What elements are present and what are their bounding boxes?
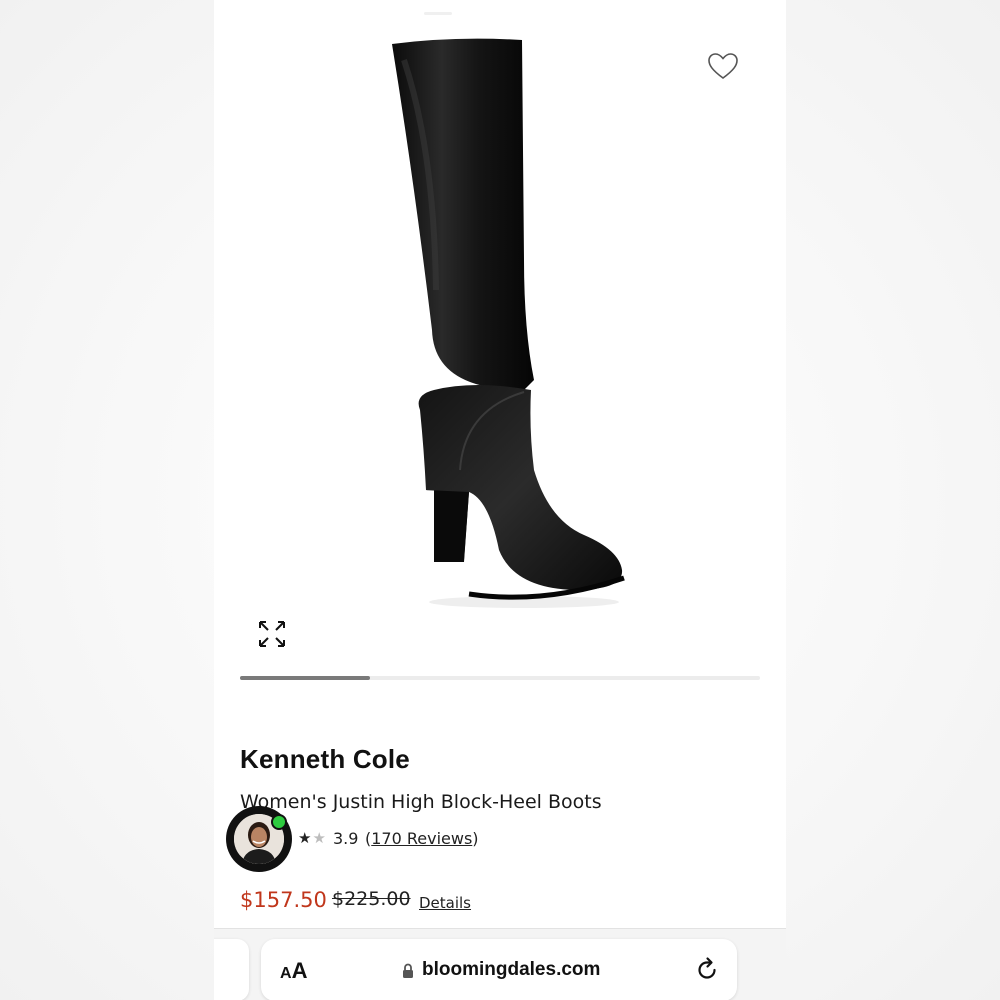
rating-row: ★★ 3.9 (170 Reviews) (240, 826, 640, 854)
price-row: $157.50 $225.00 Details (240, 888, 640, 918)
original-price: $225.00 (332, 888, 411, 910)
browser-toolbar: AA bloomingdales.com (214, 928, 786, 1000)
reload-icon[interactable] (694, 956, 720, 982)
product-page: Kenneth Cole Women's Justin High Block-H… (214, 0, 786, 1000)
product-name: Women's Justin High Block-Heel Boots (240, 791, 602, 813)
expand-arrows-icon[interactable] (256, 618, 288, 650)
reviews-count[interactable]: 170 Reviews (371, 829, 472, 848)
price-details-link[interactable]: Details (419, 894, 471, 912)
star-icon: ★ (298, 829, 313, 847)
reviews-close-paren: ) (472, 829, 479, 848)
reviews-link[interactable]: (170 Reviews) (365, 829, 479, 848)
sale-price: $157.50 (240, 888, 327, 912)
text-size-small-label: A (280, 965, 292, 982)
rating-stars[interactable]: ★★ (298, 829, 327, 847)
online-status-indicator (271, 814, 287, 830)
chat-agent-avatar[interactable] (226, 806, 292, 872)
carousel-progress-thumb (240, 676, 370, 680)
product-image-boot[interactable] (374, 30, 644, 610)
image-carousel-progress[interactable] (240, 676, 760, 680)
text-size-button[interactable]: AA (280, 958, 307, 984)
rating-value: 3.9 (333, 829, 359, 848)
product-brand[interactable]: Kenneth Cole (240, 744, 410, 775)
star-empty-icon: ★ (312, 829, 327, 847)
text-size-large-label: A (291, 958, 308, 983)
pull-handle (424, 12, 452, 15)
previous-tab-preview[interactable] (214, 939, 249, 1000)
heart-outline-icon[interactable] (706, 50, 740, 84)
lock-icon (403, 963, 413, 978)
url-text[interactable]: bloomingdales.com (422, 959, 600, 981)
address-bar[interactable]: AA bloomingdales.com (261, 939, 737, 1000)
